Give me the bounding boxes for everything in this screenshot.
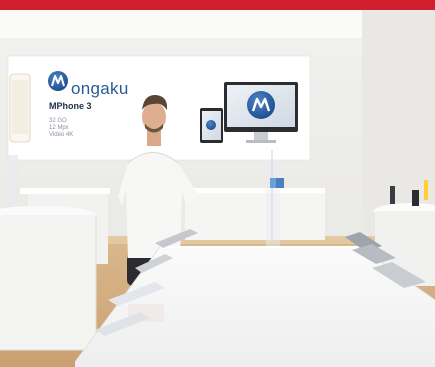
store-photo: ongaku MPhone 3 32 GO 12 Mpx Vidéo 4K — [0, 0, 435, 367]
product-name-text: MPhone 3 — [49, 101, 92, 111]
store-interior — [0, 10, 435, 367]
spec-camera: 12 Mpx — [49, 125, 69, 131]
round-display-left — [0, 215, 96, 350]
back-counter — [185, 190, 325, 240]
brand-name-text: ongaku — [71, 79, 129, 98]
spec-storage: 32 GO — [49, 118, 67, 124]
red-top-band — [0, 0, 435, 10]
spec-video: Vidéo 4K — [49, 132, 74, 138]
